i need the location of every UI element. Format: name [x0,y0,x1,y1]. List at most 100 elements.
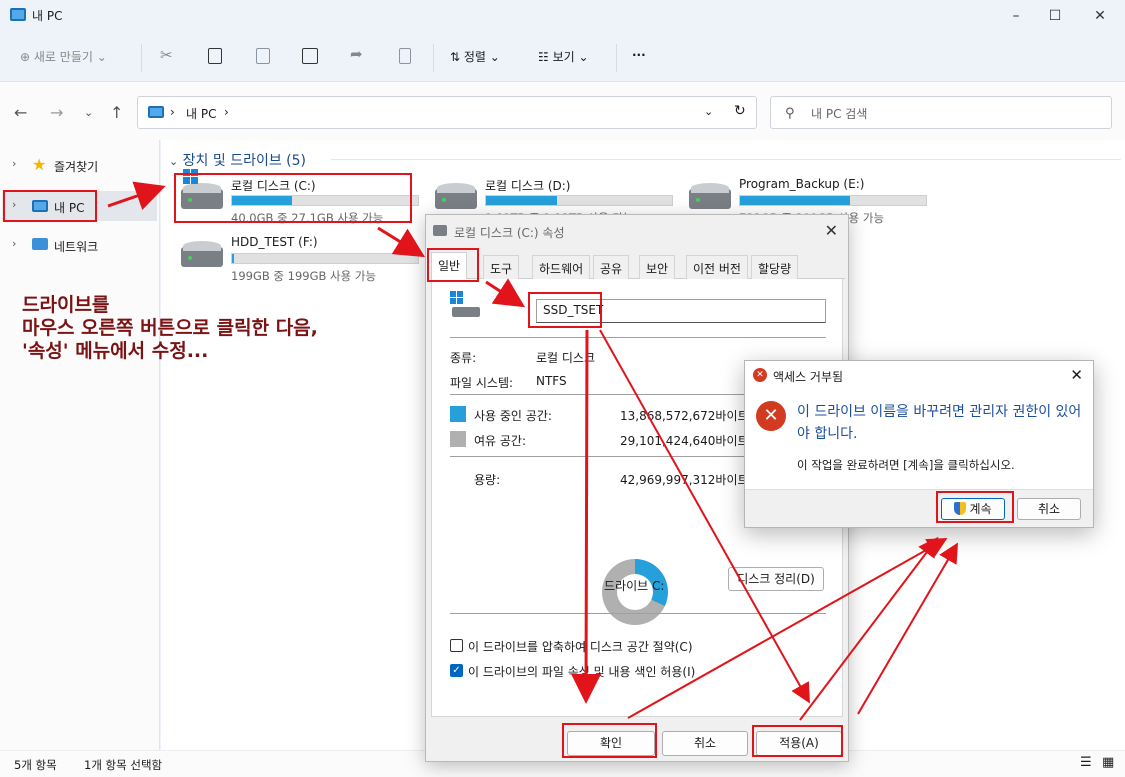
more-options-button[interactable]: ··· [632,48,646,62]
toolbar-divider [141,44,142,72]
up-arrow-icon[interactable]: ↑ [110,103,123,122]
tab-previous-versions[interactable]: 이전 버전 [686,255,748,279]
paste-icon[interactable] [256,48,270,64]
search-placeholder: 내 PC 검색 [811,107,868,121]
view-icon: ☷ [538,50,549,64]
index-label: 이 드라이브의 파일 속성 및 내용 색인 허용(I) [468,665,696,679]
drive-usage-bar [485,195,673,206]
computer-icon [10,8,26,21]
error-icon: ✕ [753,368,767,382]
group-divider [331,159,1121,160]
address-dropdown-chevron-icon[interactable]: ⌄ [704,105,713,118]
breadcrumb-separator: › [224,105,229,119]
navigation-bar: ← → ⌄ ↑ › 내 PC › ⌄ ↻ ⚲ 내 PC 검색 [0,82,1125,140]
close-window-button[interactable]: ✕ [1090,6,1110,26]
sidebar-item-quick-access[interactable]: › ★ 즐겨찾기 [2,150,157,180]
tab-security[interactable]: 보안 [639,255,676,279]
breadcrumb-this-pc[interactable]: 내 PC [186,105,216,122]
tab-hardware[interactable]: 하드웨어 [532,255,591,279]
toolbar-divider [616,44,617,72]
error-message: 이 드라이브 이름을 바꾸려면 관리자 권한이 있어야 합니다. [797,404,1082,442]
index-checkbox[interactable]: ✓ [450,664,463,677]
highlight-box [3,190,97,222]
search-icon: ⚲ [785,106,795,121]
used-space-swatch [450,406,466,422]
recent-locations-chevron-icon[interactable]: ⌄ [84,106,93,119]
window-title: 내 PC [32,9,63,23]
filesystem-label: 파일 시스템: [450,376,514,390]
breadcrumb-separator: › [170,105,175,119]
search-input[interactable]: ⚲ 내 PC 검색 [770,96,1112,129]
instruction-text: 이 작업을 완료하려면 [계속]을 클릭하십시오. [797,458,1015,472]
type-label: 종류: [450,351,477,365]
sort-button[interactable]: ⇅ 정렬 ⌄ [450,48,500,65]
sidebar-item-network[interactable]: › 네트워크 [2,230,157,260]
selection-count: 1개 항목 선택함 [84,758,163,772]
used-space-value: 13,868,572,672바이트 [620,409,749,423]
rename-icon[interactable] [302,48,318,64]
free-space-value: 29,101,424,640바이트 [620,434,749,448]
drive-free-space: 199GB 중 199GB 사용 가능 [231,269,377,283]
drive-usage-fill [486,196,557,205]
group-header[interactable]: ⌄ 장치 및 드라이브 (5) [169,150,306,170]
delete-icon[interactable] [399,48,411,64]
free-space-label: 여유 공간: [474,434,527,448]
cut-icon[interactable]: ✂ [160,46,173,64]
refresh-icon[interactable]: ↻ [734,103,746,119]
close-icon[interactable]: ✕ [825,221,838,240]
capacity-value: 42,969,997,312바이트 [620,473,749,487]
compress-checkbox[interactable] [450,639,463,652]
tab-bar: 일반 도구 하드웨어 공유 보안 이전 버전 할당량 [431,252,845,280]
drive-usage-fill [740,196,850,205]
drive-name: 로컬 디스크 (D:) [485,179,571,193]
sort-icon: ⇅ [450,50,461,64]
minimize-button[interactable]: – [1006,6,1026,26]
highlight-box [174,173,412,223]
hard-drive-icon [181,241,223,267]
dialog-footer: 계속 취소 [745,489,1093,527]
drive-name: HDD_TEST (F:) [231,235,318,249]
divider [450,613,826,614]
tab-sharing[interactable]: 공유 [593,255,630,279]
hard-drive-icon [433,225,447,236]
details-view-icon[interactable]: ☰ [1080,755,1092,770]
star-icon: ★ [32,155,47,174]
tab-tools[interactable]: 도구 [483,255,520,279]
free-space-swatch [450,431,466,447]
address-bar[interactable]: › 내 PC › ⌄ ↻ [137,96,757,129]
forward-arrow-icon[interactable]: → [50,103,63,122]
dialog-cancel-button[interactable]: 취소 [1017,498,1081,520]
highlight-box [427,248,479,282]
share-icon[interactable]: ➦ [350,45,363,63]
hard-drive-icon [435,183,477,209]
cancel-button[interactable]: 취소 [662,731,748,756]
capacity-label: 용량: [474,473,501,487]
toolbar-divider [433,44,434,72]
copy-icon[interactable] [208,48,222,64]
highlight-box [936,491,1014,523]
view-button[interactable]: ☷ 보기 ⌄ [538,48,589,65]
item-count: 5개 항목 [14,758,57,772]
network-icon [32,238,48,250]
highlight-box [562,723,657,758]
back-arrow-icon[interactable]: ← [14,103,27,122]
highlight-box [752,725,843,757]
sidebar-item-label: 즐겨찾기 [54,160,99,174]
title-bar: 내 PC – ☐ ✕ [0,0,1125,32]
tiles-view-icon[interactable]: ▦ [1102,755,1114,770]
expand-chevron-icon[interactable]: › [12,157,16,170]
expand-chevron-icon[interactable]: › [12,237,16,250]
filesystem-value: NTFS [536,374,567,388]
disk-cleanup-button[interactable]: 디스크 정리(D) [728,567,824,591]
highlight-box [528,292,602,328]
maximize-button[interactable]: ☐ [1045,6,1065,26]
access-denied-dialog: ✕ 액세스 거부됨 ✕ ✕ 이 드라이브 이름을 바꾸려면 관리자 권한이 있어… [744,360,1094,528]
drive-usage-bar [231,253,419,264]
close-icon[interactable]: ✕ [1070,366,1083,384]
tab-quota[interactable]: 할당량 [751,255,799,279]
compress-label: 이 드라이브를 압축하여 디스크 공간 절약(C) [468,640,693,654]
command-bar: ⊕ 새로 만들기 ⌄ ✂ ➦ ⇅ 정렬 ⌄ ☷ 보기 ⌄ ··· [0,34,1125,82]
new-button[interactable]: ⊕ 새로 만들기 ⌄ [20,48,107,65]
drive-caption: 드라이브 C: [604,579,665,593]
computer-icon [148,106,164,118]
